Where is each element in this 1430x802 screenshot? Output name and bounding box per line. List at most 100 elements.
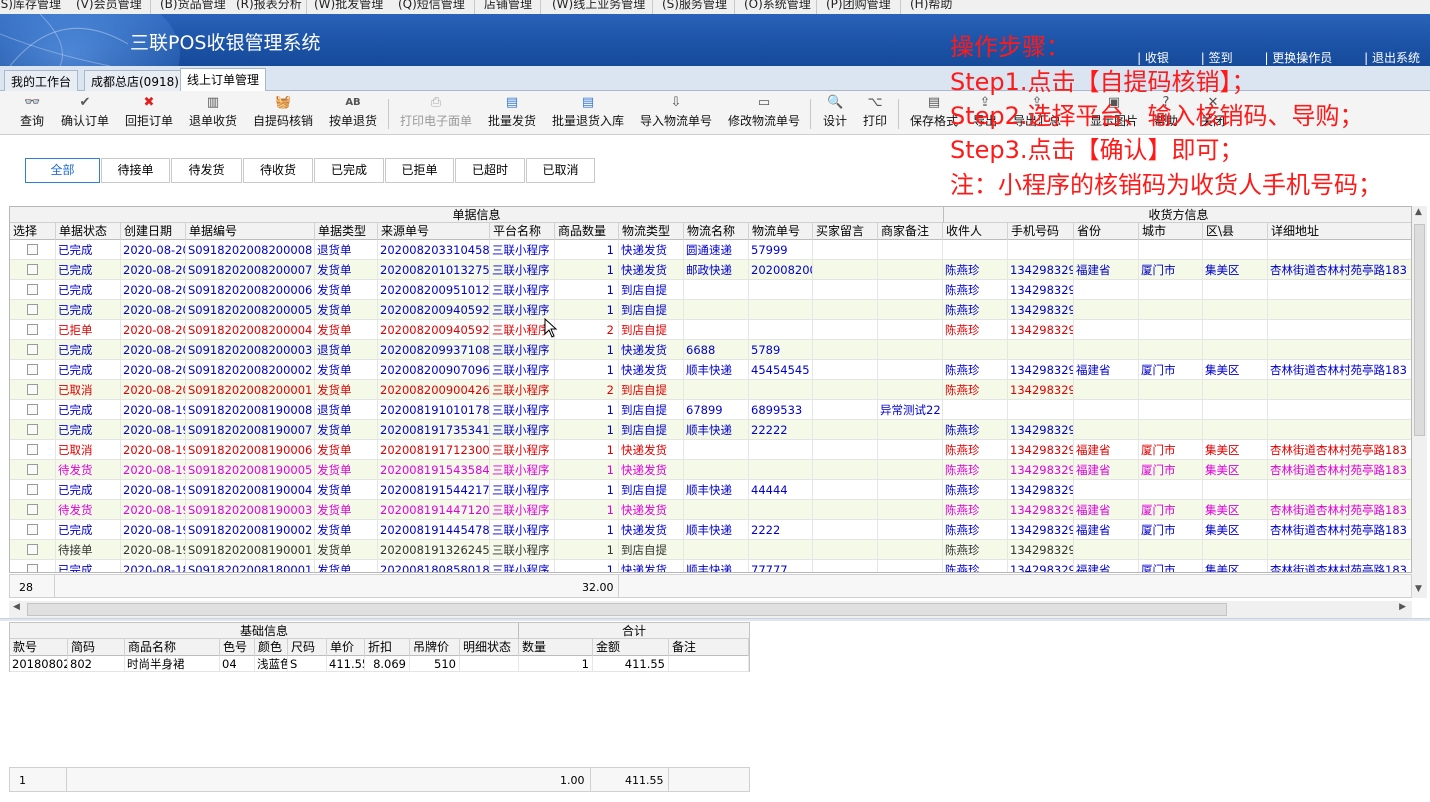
row-select-cell[interactable] bbox=[10, 480, 56, 500]
detail-column-header-remark[interactable]: 备注 bbox=[669, 639, 749, 656]
table-row[interactable]: 已完成 2020-08-19 S0918202008190002 发货单 2020081… bbox=[10, 520, 1411, 540]
filter-timeout[interactable]: 已超时 bbox=[455, 158, 525, 183]
menu-groupbuy[interactable]: (P)团购管理 bbox=[826, 0, 891, 12]
row-select-cell[interactable] bbox=[10, 260, 56, 280]
filter-pending-receive[interactable]: 待收货 bbox=[243, 158, 313, 183]
menu-system[interactable]: (O)系统管理 bbox=[744, 0, 811, 12]
column-header-district[interactable]: 区\县 bbox=[1203, 223, 1268, 240]
scroll-right-icon[interactable]: ▶ bbox=[1399, 602, 1406, 612]
column-header-merchant-note[interactable]: 商家备注 bbox=[878, 223, 943, 240]
column-header-status[interactable]: 单据状态 bbox=[56, 223, 121, 240]
table-row[interactable]: 已完成 2020-08-20 S0918202008200002 发货单 2020082… bbox=[10, 360, 1411, 380]
scroll-down-icon[interactable]: ▼ bbox=[1415, 584, 1422, 594]
menu-help[interactable]: (H)帮助 bbox=[910, 0, 952, 12]
table-row[interactable]: 已完成 2020-08-18 S0918202008180001 发货单 2020081… bbox=[10, 560, 1411, 572]
batch-ship-button[interactable]: ▤ 批量发货 bbox=[488, 95, 536, 129]
import-tracking-button[interactable]: ⇩ 导入物流单号 bbox=[640, 95, 712, 129]
column-header-order-type[interactable]: 单据类型 bbox=[315, 223, 378, 240]
detail-column-header-amount[interactable]: 金额 bbox=[593, 639, 669, 656]
row-checkbox[interactable] bbox=[27, 524, 38, 535]
tab-online-orders[interactable]: 线上订单管理 bbox=[180, 68, 267, 92]
scroll-left-icon[interactable]: ◀ bbox=[13, 602, 20, 612]
horizontal-scrollbar[interactable]: ◀ ▶ bbox=[9, 601, 1412, 618]
menu-reports[interactable]: (R)报表分析 bbox=[236, 0, 302, 12]
row-checkbox[interactable] bbox=[27, 364, 38, 375]
link-switch-operator[interactable]: | 更换操作员 bbox=[1264, 51, 1332, 65]
column-header-address[interactable]: 详细地址 bbox=[1268, 223, 1411, 240]
menu-sms[interactable]: (Q)短信管理 bbox=[398, 0, 465, 12]
table-row[interactable]: 已拒单 2020-08-20 S0918202008200004 发货单 2020082… bbox=[10, 320, 1411, 340]
detail-column-header-quantity[interactable]: 数量 bbox=[519, 639, 593, 656]
detail-column-header-color-no[interactable]: 色号 bbox=[220, 639, 255, 656]
menu-inventory[interactable]: (S)库存管理 bbox=[0, 0, 61, 12]
vertical-scrollbar[interactable]: ▲ ▼ bbox=[1412, 206, 1427, 598]
menu-service[interactable]: (S)服务管理 bbox=[662, 0, 727, 12]
menu-goods[interactable]: (B)货品管理 bbox=[160, 0, 226, 12]
detail-column-header-product-name[interactable]: 商品名称 bbox=[125, 639, 220, 656]
column-header-order-no[interactable]: 单据编号 bbox=[186, 223, 315, 240]
row-select-cell[interactable] bbox=[10, 540, 56, 560]
column-header-receiver[interactable]: 收件人 bbox=[943, 223, 1008, 240]
row-checkbox[interactable] bbox=[27, 344, 38, 355]
row-checkbox[interactable] bbox=[27, 464, 38, 475]
table-row[interactable]: 已完成 2020-08-20 S0918202008200005 发货单 2020082… bbox=[10, 300, 1411, 320]
row-checkbox[interactable] bbox=[27, 244, 38, 255]
row-select-cell[interactable] bbox=[10, 300, 56, 320]
link-exit[interactable]: | 退出系统 bbox=[1364, 51, 1420, 65]
return-receive-button[interactable]: ▥ 退单收货 bbox=[189, 95, 237, 129]
row-checkbox[interactable] bbox=[27, 304, 38, 315]
row-select-cell[interactable] bbox=[10, 440, 56, 460]
row-select-cell[interactable] bbox=[10, 320, 56, 340]
column-header-logistics-name[interactable]: 物流名称 bbox=[684, 223, 749, 240]
column-header-logistics-type[interactable]: 物流类型 bbox=[619, 223, 684, 240]
return-by-order-button[interactable]: AB 按单退货 bbox=[329, 95, 377, 129]
reject-order-button[interactable]: ✖ 回拒订单 bbox=[125, 95, 173, 129]
horizontal-scroll-thumb[interactable] bbox=[27, 603, 1227, 616]
table-row[interactable]: 待接单 2020-08-19 S0918202008190001 发货单 2020081… bbox=[10, 540, 1411, 560]
column-header-buyer-message[interactable]: 买家留言 bbox=[813, 223, 878, 240]
row-select-cell[interactable] bbox=[10, 240, 56, 260]
column-header-source-no[interactable]: 来源单号 bbox=[378, 223, 490, 240]
column-header-city[interactable]: 城市 bbox=[1139, 223, 1203, 240]
row-select-cell[interactable] bbox=[10, 380, 56, 400]
pickup-code-verify-button[interactable]: 🧺 自提码核销 bbox=[253, 95, 313, 129]
table-row[interactable]: 已取消 2020-08-20 S0918202008200001 发货单 2020082… bbox=[10, 380, 1411, 400]
column-header-select[interactable]: 选择 bbox=[10, 223, 56, 240]
row-checkbox[interactable] bbox=[27, 264, 38, 275]
row-checkbox[interactable] bbox=[27, 484, 38, 495]
row-select-cell[interactable] bbox=[10, 280, 56, 300]
table-row[interactable]: 待发货 2020-08-19 S0918202008190003 发货单 2020081… bbox=[10, 500, 1411, 520]
filter-all[interactable]: 全部 bbox=[25, 158, 100, 183]
row-select-cell[interactable] bbox=[10, 460, 56, 480]
vertical-scroll-thumb[interactable] bbox=[1414, 224, 1425, 436]
filter-rejected[interactable]: 已拒单 bbox=[385, 158, 454, 183]
row-select-cell[interactable] bbox=[10, 340, 56, 360]
table-row[interactable]: 已取消 2020-08-19 S0918202008190006 发货单 2020081… bbox=[10, 440, 1411, 460]
table-row[interactable]: 已完成 2020-08-20 S0918202008200007 发货单 2020082… bbox=[10, 260, 1411, 280]
row-checkbox[interactable] bbox=[27, 424, 38, 435]
column-header-quantity[interactable]: 商品数量 bbox=[555, 223, 619, 240]
menu-members[interactable]: (V)会员管理 bbox=[76, 0, 142, 12]
batch-return-stock-button[interactable]: ▤ 批量退货入库 bbox=[552, 95, 624, 129]
table-row[interactable]: 已完成 2020-08-20 S0918202008200003 退货单 2020082… bbox=[10, 340, 1411, 360]
detail-row[interactable]: 20180802802时尚半身裙04浅蓝色S411.558.0695101411… bbox=[10, 656, 749, 672]
detail-column-header-detail-status[interactable]: 明细状态 bbox=[460, 639, 519, 656]
table-row[interactable]: 已完成 2020-08-19 S0918202008190007 发货单 2020081… bbox=[10, 420, 1411, 440]
row-select-cell[interactable] bbox=[10, 520, 56, 540]
row-checkbox[interactable] bbox=[27, 284, 38, 295]
table-row[interactable]: 已完成 2020-08-19 S0918202008190004 发货单 2020081… bbox=[10, 480, 1411, 500]
confirm-order-button[interactable]: ✔ 确认订单 bbox=[61, 95, 109, 129]
row-checkbox[interactable] bbox=[27, 324, 38, 335]
design-button[interactable]: 🔍 设计 bbox=[823, 95, 847, 129]
row-checkbox[interactable] bbox=[27, 564, 38, 572]
row-checkbox[interactable] bbox=[27, 444, 38, 455]
filter-completed[interactable]: 已完成 bbox=[314, 158, 384, 183]
row-select-cell[interactable] bbox=[10, 360, 56, 380]
filter-pending-ship[interactable]: 待发货 bbox=[171, 158, 242, 183]
column-header-platform[interactable]: 平台名称 bbox=[490, 223, 555, 240]
detail-column-header-style-no[interactable]: 款号 bbox=[10, 639, 68, 656]
query-button[interactable]: 👓 查询 bbox=[20, 95, 44, 129]
table-row[interactable]: 待发货 2020-08-19 S0918202008190005 发货单 2020081… bbox=[10, 460, 1411, 480]
row-select-cell[interactable] bbox=[10, 560, 56, 572]
tab-store[interactable]: 成都总店(0918) bbox=[84, 70, 186, 91]
